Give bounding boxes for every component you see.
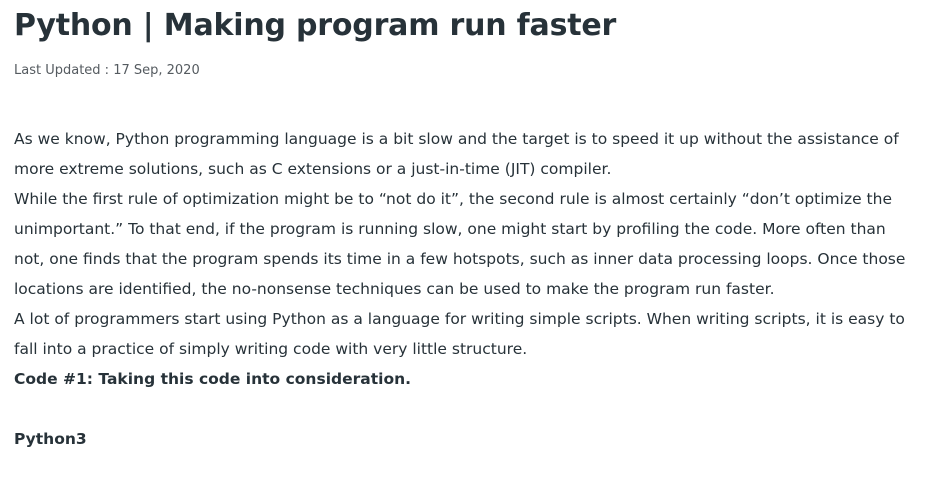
paragraph-optimization: While the first rule of optimization mig… xyxy=(14,190,906,298)
code-heading: Code #1: Taking this code into considera… xyxy=(14,370,412,388)
paragraph-intro: As we know, Python programming language … xyxy=(14,130,899,178)
article-body: As we know, Python programming language … xyxy=(14,124,914,454)
last-updated-date: Last Updated : 17 Sep, 2020 xyxy=(14,63,200,78)
paragraph-scripts: A lot of programmers start using Python … xyxy=(14,310,905,358)
article-title: Python | Making program run faster xyxy=(14,8,617,43)
article-page: Python | Making program run faster Last … xyxy=(0,0,938,493)
language-tab-python3[interactable]: Python3 xyxy=(14,424,914,454)
